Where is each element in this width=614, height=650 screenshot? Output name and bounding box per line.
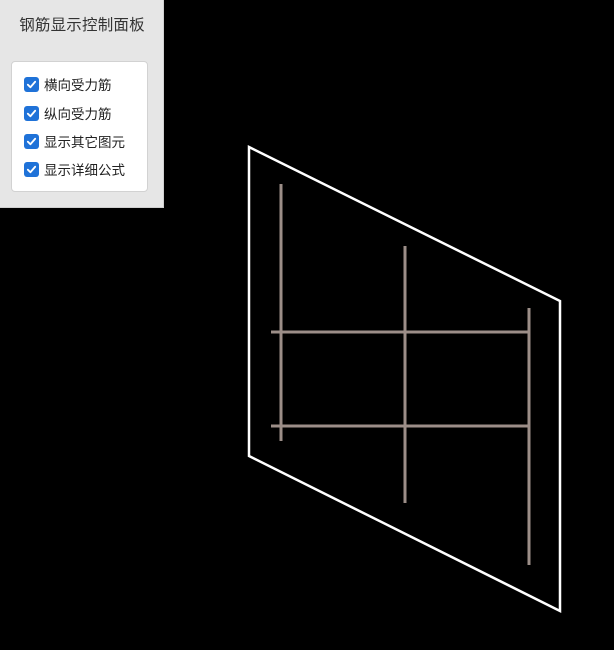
option-label: 纵向受力筋 bbox=[44, 107, 112, 123]
checkmark-icon[interactable] bbox=[24, 76, 39, 92]
checkmark-icon[interactable] bbox=[24, 105, 39, 121]
option-transverse-rebar[interactable]: 横向受力筋 bbox=[24, 73, 112, 95]
checkmark-icon[interactable] bbox=[24, 133, 39, 149]
transverse-rebar-group bbox=[271, 330, 529, 428]
panel-title: 钢筋显示控制面板 bbox=[19, 16, 145, 34]
option-label: 显示详细公式 bbox=[44, 163, 125, 179]
option-label: 显示其它图元 bbox=[44, 135, 125, 151]
option-show-detailed-formula[interactable]: 显示详细公式 bbox=[24, 158, 125, 180]
option-longitudinal-rebar[interactable]: 纵向受力筋 bbox=[24, 102, 112, 124]
option-show-other-elements[interactable]: 显示其它图元 bbox=[24, 130, 125, 152]
checkmark-icon[interactable] bbox=[24, 161, 39, 177]
display-options: 横向受力筋 纵向受力筋 显示其它图元 显示详细公式 bbox=[11, 61, 148, 192]
longitudinal-rebar-group bbox=[279, 184, 531, 565]
option-label: 横向受力筋 bbox=[44, 78, 112, 94]
rebar-control-panel: 钢筋显示控制面板 横向受力筋 纵向受力筋 显示其它图元 显示详细公式 bbox=[0, 0, 164, 208]
